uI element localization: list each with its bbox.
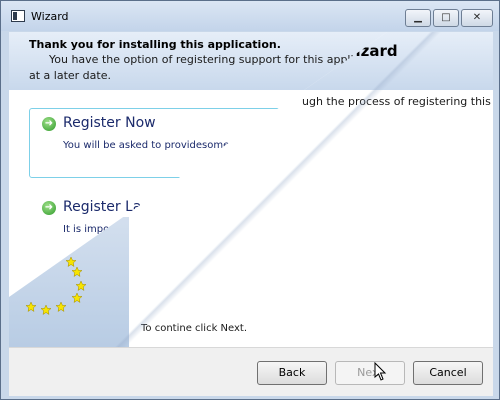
wizard-client-area: Wizard ugh the process of registering th… — [9, 32, 493, 396]
star-icon — [25, 301, 37, 312]
next-button[interactable]: Next — [335, 361, 405, 385]
app-icon — [11, 10, 25, 22]
star-icon — [75, 280, 87, 291]
mouse-cursor-icon — [374, 362, 387, 381]
window-title: Wizard — [31, 10, 69, 23]
minimize-button[interactable]: ▁ — [405, 9, 431, 27]
star-icon — [71, 266, 83, 277]
maximize-button[interactable]: □ — [433, 9, 459, 27]
star-icon — [71, 292, 83, 303]
title-bar[interactable]: Wizard ▁ □ ✕ — [1, 1, 499, 31]
button-bar: Back Next Cancel — [9, 347, 493, 396]
close-icon: ✕ — [472, 12, 482, 23]
wizard-window: Wizard ▁ □ ✕ Wizard ugh the process of r… — [0, 0, 500, 400]
back-button[interactable]: Back — [257, 361, 327, 385]
minimize-icon: ▁ — [414, 12, 422, 23]
star-icon — [65, 256, 77, 267]
eu-stars-decoration — [25, 256, 87, 315]
star-icon — [55, 301, 67, 312]
cancel-button[interactable]: Cancel — [413, 361, 483, 385]
close-button[interactable]: ✕ — [461, 9, 493, 27]
star-icon — [40, 304, 52, 315]
maximize-icon: □ — [441, 12, 451, 23]
